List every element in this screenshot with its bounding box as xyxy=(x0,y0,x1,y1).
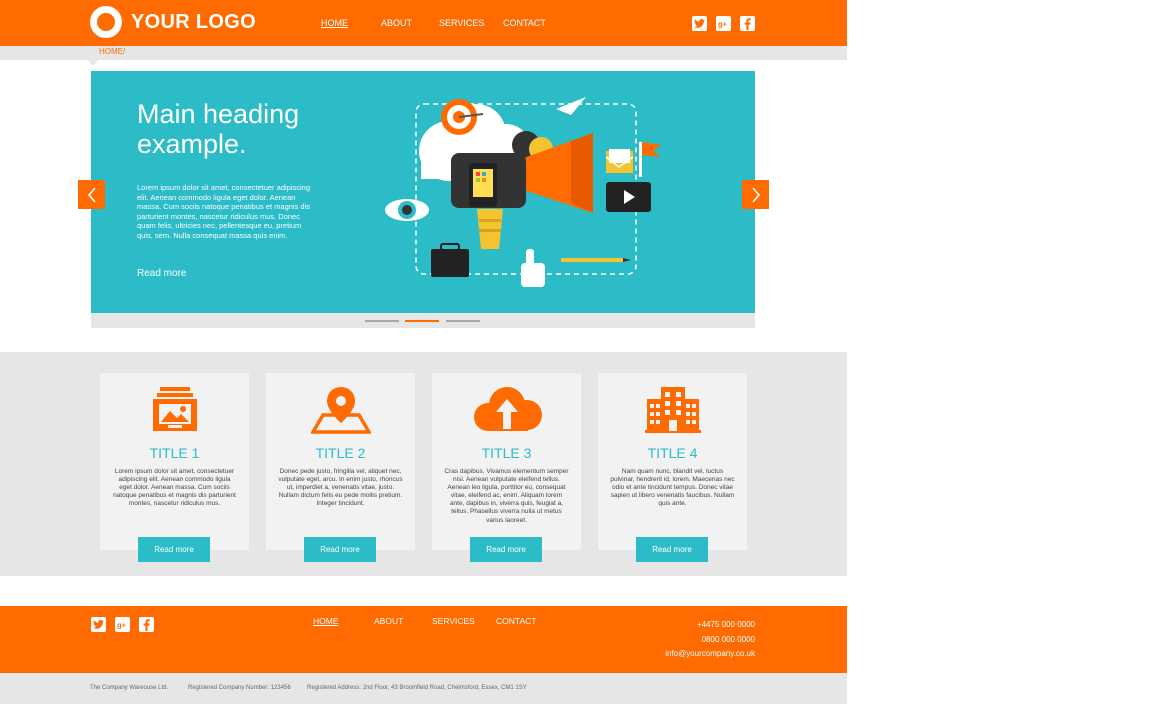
slider-dot-3[interactable] xyxy=(446,320,480,322)
registered-address: Registered Address: 2nd Floor, 43 Broomf… xyxy=(307,685,527,691)
hero-body: Lorem ipsum dolor sit amet, consectetuer… xyxy=(137,183,311,240)
page: YOUR LOGO HOME ABOUT SERVICES CONTACT g+… xyxy=(0,0,847,704)
feature-card: TITLE 2 Donec pede justo, fringilla vel,… xyxy=(266,373,415,562)
site-header: YOUR LOGO HOME ABOUT SERVICES CONTACT g+ xyxy=(0,0,847,46)
logo[interactable]: YOUR LOGO xyxy=(90,6,256,38)
phone-number-2[interactable]: 0800 000 0000 xyxy=(665,633,755,648)
chevron-left-icon xyxy=(87,186,96,203)
feature-text: Donec pede justo, fringilla vel, aliquet… xyxy=(278,468,403,508)
phone-number-1[interactable]: +4475 000 0000 xyxy=(665,618,755,633)
facebook-icon[interactable] xyxy=(139,617,154,632)
legal-bar: The Company Wareouse Ltd. Registered Com… xyxy=(0,673,847,704)
google-plus-icon[interactable]: g+ xyxy=(716,16,731,31)
footer-contact: +4475 000 0000 0800 000 0000 info@yourco… xyxy=(665,618,755,662)
cloud-upload-icon xyxy=(473,387,542,431)
breadcrumb-home[interactable]: HOME xyxy=(99,47,123,56)
breadcrumb-separator: / xyxy=(123,47,126,56)
google-plus-icon[interactable]: g+ xyxy=(115,617,130,632)
logo-text: YOUR LOGO xyxy=(131,10,256,33)
facebook-icon[interactable] xyxy=(740,16,755,31)
feature-text: Cras dapibus. Vivamus elementum semper n… xyxy=(444,468,569,524)
footer-nav-services[interactable]: SERVICES xyxy=(432,616,475,626)
twitter-icon[interactable] xyxy=(692,16,707,31)
feature-card: TITLE 4 Nam quam nunc, blandit vel, luct… xyxy=(598,373,747,562)
nav-home[interactable]: HOME xyxy=(321,18,348,28)
feature-read-more-button[interactable]: Read more xyxy=(636,537,708,562)
feature-card: TITLE 3 Cras dapibus. Vivamus elementum … xyxy=(432,373,581,562)
nav-services[interactable]: SERVICES xyxy=(439,18,484,28)
office-building-icon xyxy=(644,387,701,433)
map-pin-icon xyxy=(310,387,371,434)
email-link[interactable]: info@yourcompany.co.uk xyxy=(665,647,755,662)
footer-social-links: g+ xyxy=(91,617,154,632)
breadcrumb: HOME/ xyxy=(0,46,847,60)
slider-dot-1[interactable] xyxy=(365,320,399,322)
header-social-links: g+ xyxy=(692,16,755,31)
features-section: TITLE 1 Lorem ipsum dolor sit amet, cons… xyxy=(0,352,847,576)
feature-text: Lorem ipsum dolor sit amet, consectetuer… xyxy=(113,468,236,508)
feature-card: TITLE 1 Lorem ipsum dolor sit amet, cons… xyxy=(100,373,249,562)
feature-title: TITLE 4 xyxy=(647,445,698,461)
feature-title: TITLE 3 xyxy=(481,445,532,461)
slider-dot-2[interactable] xyxy=(405,320,439,322)
footer-nav-contact[interactable]: CONTACT xyxy=(496,616,536,626)
footer-nav-home[interactable]: HOME xyxy=(313,616,339,626)
site-footer: g+ HOME ABOUT SERVICES CONTACT +4475 000… xyxy=(0,606,847,673)
slider-next-button[interactable] xyxy=(742,180,769,209)
breadcrumb-trail: HOME/ xyxy=(99,47,125,56)
feature-read-more-button[interactable]: Read more xyxy=(138,537,210,562)
nav-about[interactable]: ABOUT xyxy=(381,18,412,28)
marketing-illustration xyxy=(385,97,661,287)
nav-contact[interactable]: CONTACT xyxy=(503,18,546,28)
company-name: The Company Wareouse Ltd. xyxy=(90,685,169,691)
chevron-right-icon xyxy=(751,186,760,203)
hero-heading: Main heading example. xyxy=(137,99,300,159)
slider-prev-button[interactable] xyxy=(78,180,105,209)
registration-number: Registered Company Number: 123456 xyxy=(188,685,291,691)
picture-folder-icon xyxy=(152,387,197,431)
svg-text:g+: g+ xyxy=(718,20,728,29)
footer-nav-about[interactable]: ABOUT xyxy=(374,616,403,626)
twitter-icon[interactable] xyxy=(91,617,106,632)
slider-pagination xyxy=(91,313,755,328)
svg-text:g+: g+ xyxy=(117,621,127,630)
feature-title: TITLE 2 xyxy=(315,445,366,461)
logo-ring-icon xyxy=(90,6,122,38)
breadcrumb-notch xyxy=(88,60,98,66)
feature-text: Nam quam nunc, blandit vel, luctus pulvi… xyxy=(610,468,735,508)
feature-read-more-button[interactable]: Read more xyxy=(304,537,376,562)
hero-slide: Main heading example. Lorem ipsum dolor … xyxy=(91,71,755,313)
hero-read-more-link[interactable]: Read more xyxy=(137,268,186,279)
feature-title: TITLE 1 xyxy=(149,445,200,461)
feature-read-more-button[interactable]: Read more xyxy=(470,537,542,562)
